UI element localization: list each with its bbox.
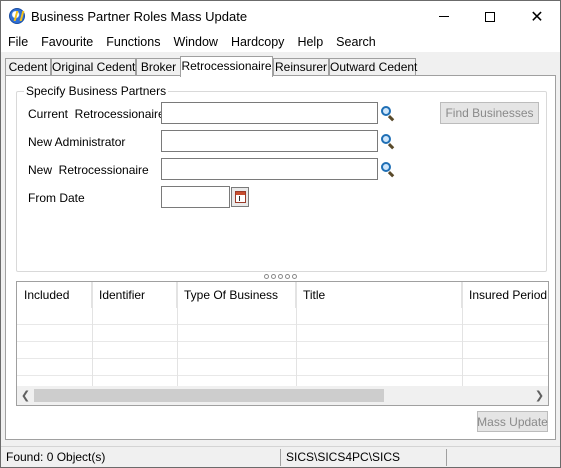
app-window: Business Partner Roles Mass Update ✕ Fil… [0, 0, 561, 468]
calendar-icon [234, 191, 246, 203]
specify-partners-group: Specify Business Partners Current Retroc… [16, 84, 547, 272]
scroll-right-icon[interactable]: ❯ [531, 386, 548, 405]
new-administrator-label: New Administrator [28, 135, 126, 149]
menu-search[interactable]: Search [329, 35, 382, 49]
grid-body [17, 308, 548, 386]
menu-window[interactable]: Window [166, 35, 223, 49]
tab-cedent[interactable]: Cedent [5, 58, 51, 76]
tab-broker[interactable]: Broker [136, 58, 181, 76]
status-path: SICS\SICS4PC\SICS [286, 450, 401, 464]
results-grid: Included Identifier Type Of Business Tit… [16, 281, 549, 406]
current-retrocessionaire-input[interactable] [161, 102, 378, 124]
table-row[interactable] [17, 359, 548, 376]
window-title: Business Partner Roles Mass Update [31, 9, 248, 24]
new-administrator-lookup-button[interactable] [378, 131, 398, 151]
column-title[interactable]: Title [296, 282, 462, 308]
minimize-button[interactable] [421, 1, 467, 32]
grid-header: Included Identifier Type Of Business Tit… [17, 282, 548, 308]
tab-reinsurer[interactable]: Reinsurer [273, 58, 329, 76]
scroll-left-icon[interactable]: ❮ [17, 386, 34, 405]
tab-outward-cedent[interactable]: Outward Cedent [329, 58, 417, 76]
status-bar: Found: 0 Object(s) SICS\SICS4PC\SICS [1, 446, 560, 467]
close-button[interactable]: ✕ [514, 1, 560, 32]
from-date-label: From Date [28, 191, 85, 205]
tab-retrocessionaire[interactable]: Retrocessionaire [180, 56, 273, 77]
menu-favourite[interactable]: Favourite [34, 35, 99, 49]
column-included[interactable]: Included [17, 282, 92, 308]
table-row[interactable] [17, 342, 548, 359]
from-date-input[interactable] [161, 186, 230, 208]
title-bar: Business Partner Roles Mass Update ✕ [1, 1, 560, 32]
menu-bar: File Favourite Functions Window Hardcopy… [1, 32, 560, 52]
magnifier-icon [380, 133, 396, 150]
retrocessionaire-panel: Specify Business Partners Current Retroc… [5, 75, 556, 440]
menu-functions[interactable]: Functions [99, 35, 166, 49]
maximize-button[interactable] [467, 1, 513, 32]
maximize-icon [485, 11, 495, 22]
from-date-calendar-button[interactable] [231, 187, 249, 207]
current-retrocessionaire-lookup-button[interactable] [378, 103, 398, 123]
menu-file[interactable]: File [1, 35, 34, 49]
column-identifier[interactable]: Identifier [92, 282, 177, 308]
menu-hardcopy[interactable]: Hardcopy [224, 35, 291, 49]
magnifier-icon [380, 161, 396, 178]
find-businesses-button[interactable]: Find Businesses [440, 102, 539, 124]
new-retrocessionaire-lookup-button[interactable] [378, 159, 398, 179]
horizontal-scrollbar[interactable]: ❮ ❯ [17, 386, 548, 405]
new-administrator-input[interactable] [161, 130, 378, 152]
current-retrocessionaire-label: Current Retrocessionaire [28, 107, 165, 121]
mass-update-button[interactable]: Mass Update [477, 411, 548, 432]
tab-original-cedent[interactable]: Original Cedent [51, 58, 136, 76]
table-row[interactable] [17, 308, 548, 325]
new-retrocessionaire-input[interactable] [161, 158, 378, 180]
column-type-of-business[interactable]: Type Of Business [177, 282, 296, 308]
new-retrocessionaire-label: New Retrocessionaire [28, 163, 149, 177]
magnifier-icon [380, 105, 396, 122]
minimize-icon [439, 16, 449, 17]
status-found: Found: 0 Object(s) [6, 450, 106, 464]
close-icon: ✕ [530, 7, 544, 26]
scroll-thumb[interactable] [34, 389, 384, 402]
splitter-handle[interactable] [6, 273, 555, 279]
group-title: Specify Business Partners [24, 84, 169, 98]
table-row[interactable] [17, 325, 548, 342]
column-insured-period[interactable]: Insured Period [462, 282, 548, 308]
menu-help[interactable]: Help [290, 35, 329, 49]
app-logo-icon [9, 8, 25, 24]
